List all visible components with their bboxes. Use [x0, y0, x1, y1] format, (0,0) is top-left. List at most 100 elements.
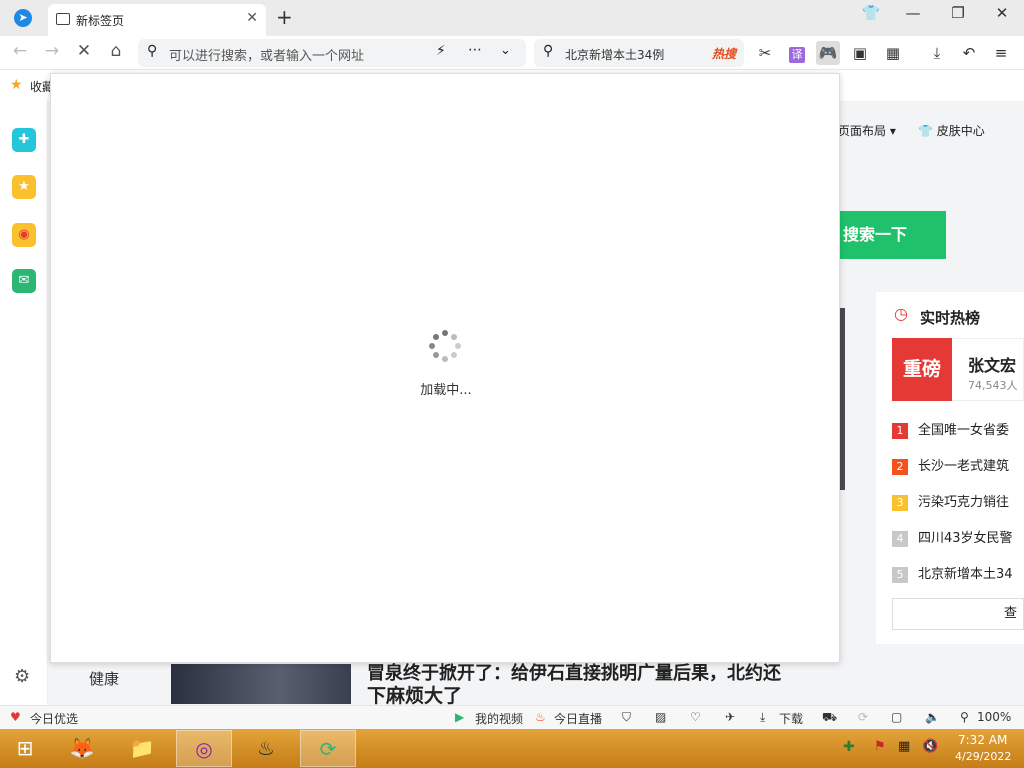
browser-logo-icon[interactable]: ➤: [14, 9, 32, 27]
clock-time[interactable]: 7:32 AM: [958, 733, 1007, 747]
news-headline-line2[interactable]: 下麻烦大了: [367, 681, 462, 705]
windows-taskbar: ⊞ 🦊 📁 ◎ ♨ ⟳ ✚ ⚑ ▦ 🔇 7:32 AM 4/29/2022: [0, 729, 1024, 768]
hot-list-clock-icon: ◷: [894, 304, 908, 323]
firefox-icon[interactable]: 🦊: [54, 730, 110, 767]
game-icon[interactable]: 🎮: [816, 41, 840, 65]
home-button[interactable]: ⌂: [104, 41, 128, 61]
loading-text: 加载中...: [420, 383, 472, 398]
hot-list-panel: ◷ 实时热榜 重磅 张文宏 74,543人 1 全国唯一女省委 2 长沙一老式建筑 …: [876, 292, 1024, 644]
hot-search-box[interactable]: ⚲ 北京新增本土34例 热搜: [534, 39, 744, 67]
tab-page-icon: [56, 13, 70, 25]
chevron-down-icon[interactable]: ⌄: [500, 43, 511, 58]
skin-center-link[interactable]: 👕 皮肤中心: [918, 122, 985, 139]
start-windows-icon[interactable]: ⊞: [2, 730, 48, 767]
left-sidebar: ✚ ★ ◉ ✉ ⚙: [0, 101, 48, 705]
hot-list-title: 实时热榜: [920, 309, 981, 327]
menu-icon[interactable]: ≡: [989, 41, 1013, 65]
rocket-icon[interactable]: ✈: [725, 710, 735, 724]
scissors-icon[interactable]: ✂: [753, 41, 777, 65]
hot-item-4[interactable]: 4 四川43岁女民警: [892, 527, 1013, 547]
sync-icon[interactable]: ⟳: [858, 710, 868, 724]
stop-button[interactable]: ✕: [72, 41, 96, 61]
news-thumbnail[interactable]: [171, 664, 351, 704]
health-heart-icon[interactable]: ♡: [690, 710, 701, 724]
back-button[interactable]: ←: [8, 41, 32, 61]
tab-title: 新标签页: [76, 14, 125, 28]
browser-app-icon[interactable]: ◎: [176, 730, 232, 767]
skin-shirt-icon[interactable]: 👕: [856, 4, 886, 22]
tray-add-icon[interactable]: ✚: [843, 739, 855, 755]
tab-new-tab[interactable]: 新标签页 ✕: [48, 4, 266, 36]
tray-flag-icon[interactable]: ⚑: [874, 739, 886, 754]
hot-item-1[interactable]: 1 全国唯一女省委: [892, 419, 1010, 439]
download-status-icon: ⤓: [760, 710, 766, 724]
featured-title: 张文宏: [968, 356, 1017, 375]
flame-icon: ♨: [535, 710, 546, 724]
tab-close-icon[interactable]: ✕: [246, 10, 258, 26]
car-icon[interactable]: ⛟: [822, 710, 837, 726]
weibo-icon[interactable]: ◉: [12, 223, 36, 247]
featured-count: 74,543人: [968, 379, 1018, 392]
favorites-star-icon[interactable]: ★: [12, 175, 36, 199]
sidebar-toggle-icon[interactable]: ▣: [848, 41, 872, 65]
clock-date[interactable]: 4/29/2022: [955, 750, 1011, 763]
hot-search-query: 北京新增本土34例: [565, 48, 665, 62]
category-health[interactable]: 健康: [89, 668, 119, 689]
hot-more-button[interactable]: 查: [892, 598, 1024, 630]
window-icon[interactable]: ▢: [891, 710, 902, 724]
zoom-level[interactable]: 100%: [977, 710, 1011, 724]
new-tab-button[interactable]: +: [276, 5, 293, 29]
search-icon: ⚲: [543, 43, 554, 59]
hot-item-text: 全国唯一女省委: [918, 423, 1010, 438]
heart-icon: ♥: [10, 710, 21, 724]
daily-pick-link[interactable]: 今日优选: [30, 710, 78, 727]
loading-spinner-icon: [429, 330, 461, 362]
forward-button[interactable]: →: [40, 41, 64, 61]
mail-icon[interactable]: ✉: [12, 269, 36, 293]
download-icon[interactable]: ⤓: [925, 41, 949, 65]
apps-grid-icon[interactable]: ▦: [881, 41, 905, 65]
image-icon[interactable]: ▨: [655, 710, 666, 724]
tray-volume-icon[interactable]: 🔇: [922, 739, 938, 754]
shield-icon[interactable]: ⛉: [622, 710, 631, 725]
restore-button[interactable]: ❐: [943, 4, 973, 22]
live-link[interactable]: 今日直播: [554, 710, 602, 727]
my-video-link[interactable]: 我的视频: [475, 710, 523, 727]
hot-item-text: 四川43岁女民警: [918, 531, 1013, 546]
health-plus-icon[interactable]: ✚: [12, 128, 36, 152]
status-bar: ♥ 今日优选 ▶ 我的视频 ♨ 今日直播 ⛉ ▨ ♡ ✈ ⤓ 下载 ⛟ ⟳ ▢ …: [0, 705, 1024, 729]
close-window-button[interactable]: ✕: [987, 4, 1017, 22]
hot-rank-2: 2: [892, 458, 908, 475]
hot-item-5[interactable]: 5 北京新增本土34: [892, 563, 1013, 583]
hot-rank-5: 5: [892, 566, 908, 583]
translate-button[interactable]: 译: [785, 41, 809, 65]
hot-more-label: 查: [1003, 606, 1017, 621]
hot-rank-4: 4: [892, 530, 908, 547]
zoom-icon: ⚲: [960, 710, 969, 724]
tray-network-icon[interactable]: ▦: [898, 739, 910, 754]
download-link[interactable]: 下载: [779, 710, 803, 727]
lightning-icon[interactable]: ⚡: [436, 43, 446, 59]
translate-label: 译: [789, 47, 805, 63]
featured-badge: 重磅: [892, 338, 952, 401]
hot-item-3[interactable]: 3 污染巧克力销往: [892, 491, 1009, 511]
hot-item-text: 北京新增本土34: [918, 567, 1013, 582]
address-placeholder: 可以进行搜索，或者输入一个网址: [169, 49, 365, 64]
layout-menu[interactable]: 页面布局 ▾: [838, 122, 896, 139]
featured-card[interactable]: 张文宏 74,543人: [952, 338, 1024, 401]
undo-icon[interactable]: ↶: [957, 41, 981, 65]
layout-label: 页面布局: [838, 124, 887, 138]
minimize-button[interactable]: —: [898, 4, 928, 22]
settings-gear-icon[interactable]: ⚙: [14, 666, 30, 687]
file-explorer-icon[interactable]: 📁: [114, 730, 170, 767]
steam-icon[interactable]: ♨: [238, 730, 294, 767]
tab-bar: ➤ 新标签页 ✕ + 👕 — ❐ ✕: [0, 0, 1024, 36]
address-bar[interactable]: ⚲ 可以进行搜索，或者输入一个网址 ⚡ ⋯ ⌄: [138, 39, 526, 67]
search-icon: ⚲: [147, 43, 158, 59]
volume-icon[interactable]: 🔈: [925, 710, 940, 724]
hot-item-2[interactable]: 2 长沙一老式建筑: [892, 455, 1010, 475]
more-icon[interactable]: ⋯: [468, 42, 482, 58]
hot-item-text: 长沙一老式建筑: [918, 459, 1010, 474]
navigation-bar: ← → ✕ ⌂ ⚲ 可以进行搜索，或者输入一个网址 ⚡ ⋯ ⌄ ⚲ 北京新增本土…: [0, 36, 1024, 70]
green-browser-icon[interactable]: ⟳: [300, 730, 356, 767]
